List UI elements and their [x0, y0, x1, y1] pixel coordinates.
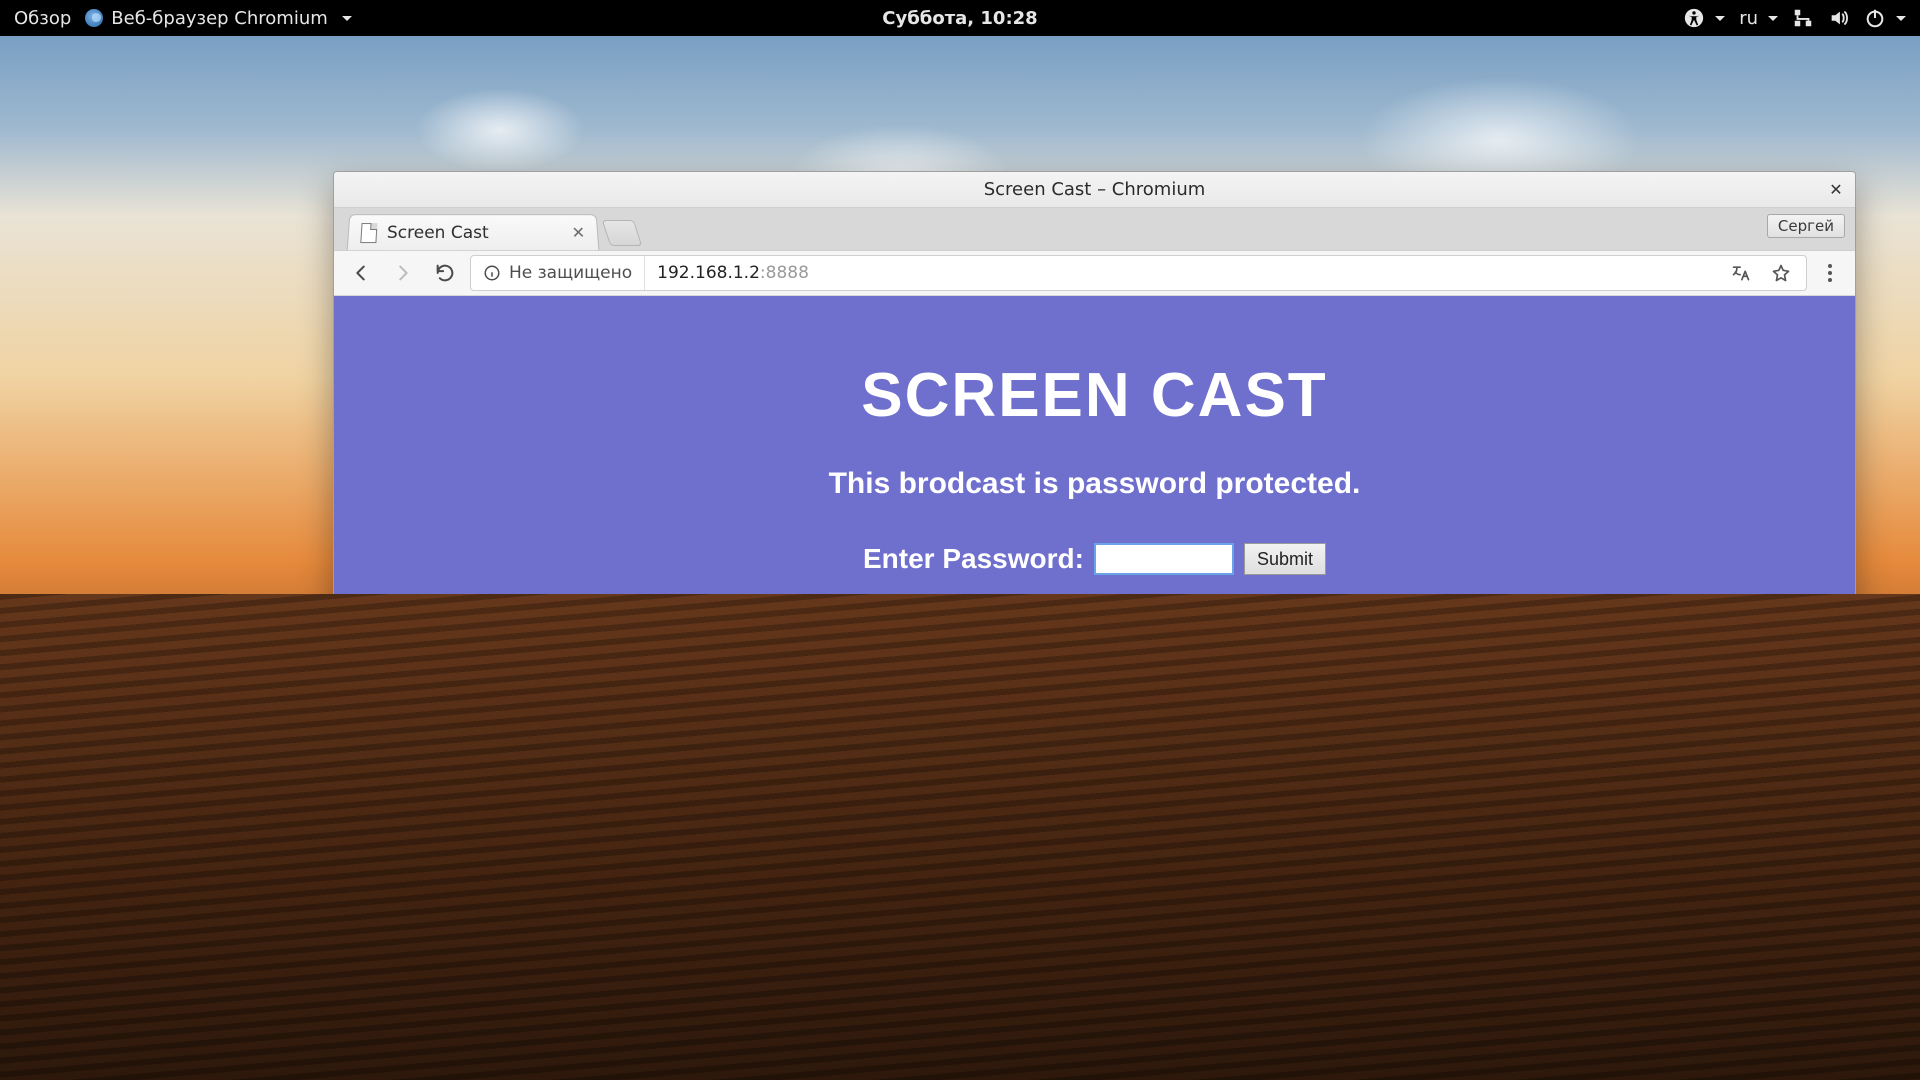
password-form: Enter Password: Submit — [334, 543, 1855, 575]
address-bar[interactable]: Не защищено 192.168.1.2:8888 — [470, 255, 1807, 291]
app-menu-button[interactable]: Веб-браузер Chromium — [85, 8, 352, 29]
new-tab-button[interactable] — [602, 220, 642, 246]
keyboard-layout-button[interactable]: ru — [1739, 8, 1778, 29]
browser-window: Screen Cast – Chromium ✕ Screen Cast ✕ С… — [333, 171, 1856, 979]
url-text: 192.168.1.2:8888 — [645, 263, 821, 283]
submit-button[interactable]: Submit — [1244, 543, 1326, 575]
open-lock-icon — [965, 695, 1225, 935]
info-icon — [483, 264, 501, 282]
window-close-button[interactable]: ✕ — [1825, 178, 1847, 200]
tab-close-button[interactable]: ✕ — [571, 223, 586, 242]
back-button[interactable] — [344, 256, 378, 290]
window-title: Screen Cast – Chromium — [984, 179, 1206, 200]
accessibility-menu[interactable] — [1683, 7, 1725, 29]
page-subtitle: This brodcast is password protected. — [334, 467, 1855, 501]
security-chip[interactable]: Не защищено — [471, 256, 645, 290]
chromium-icon — [85, 9, 103, 27]
power-icon — [1864, 7, 1886, 29]
browser-menu-button[interactable] — [1815, 258, 1845, 288]
accessibility-icon — [1683, 7, 1705, 29]
tab-strip: Screen Cast ✕ Сергей — [334, 208, 1855, 250]
profile-badge[interactable]: Сергей — [1767, 214, 1845, 238]
page-icon — [360, 223, 377, 243]
clock-label[interactable]: Суббота, 10:28 — [882, 8, 1037, 29]
browser-toolbar: Не защищено 192.168.1.2:8888 — [334, 250, 1855, 296]
translate-button[interactable] — [1726, 258, 1756, 288]
bookmark-star-button[interactable] — [1766, 258, 1796, 288]
gnome-top-bar: Обзор Веб-браузер Chromium Суббота, 10:2… — [0, 0, 1920, 36]
kebab-menu-icon — [1828, 264, 1832, 282]
volume-icon[interactable] — [1828, 7, 1850, 29]
url-host: 192.168.1.2 — [657, 263, 760, 283]
lock-illustration — [334, 695, 1855, 935]
page-heading: SCREEN CAST — [334, 360, 1855, 431]
security-label: Не защищено — [509, 263, 632, 283]
window-titlebar[interactable]: Screen Cast – Chromium ✕ — [334, 172, 1855, 208]
password-input[interactable] — [1094, 543, 1234, 575]
url-port: :8888 — [760, 263, 809, 283]
forward-button[interactable] — [386, 256, 420, 290]
password-label: Enter Password: — [863, 543, 1084, 575]
app-menu-label: Веб-браузер Chromium — [111, 8, 328, 29]
tab-screen-cast[interactable]: Screen Cast ✕ — [347, 214, 600, 250]
network-icon[interactable] — [1792, 7, 1814, 29]
reload-button[interactable] — [428, 256, 462, 290]
tab-title: Screen Cast — [386, 223, 488, 243]
page-viewport: SCREEN CAST This brodcast is password pr… — [334, 296, 1855, 978]
keyboard-layout-label: ru — [1739, 8, 1758, 29]
power-menu[interactable] — [1864, 7, 1906, 29]
desktop-background: Обзор Веб-браузер Chromium Суббота, 10:2… — [0, 0, 1920, 1080]
activities-button[interactable]: Обзор — [14, 8, 71, 29]
